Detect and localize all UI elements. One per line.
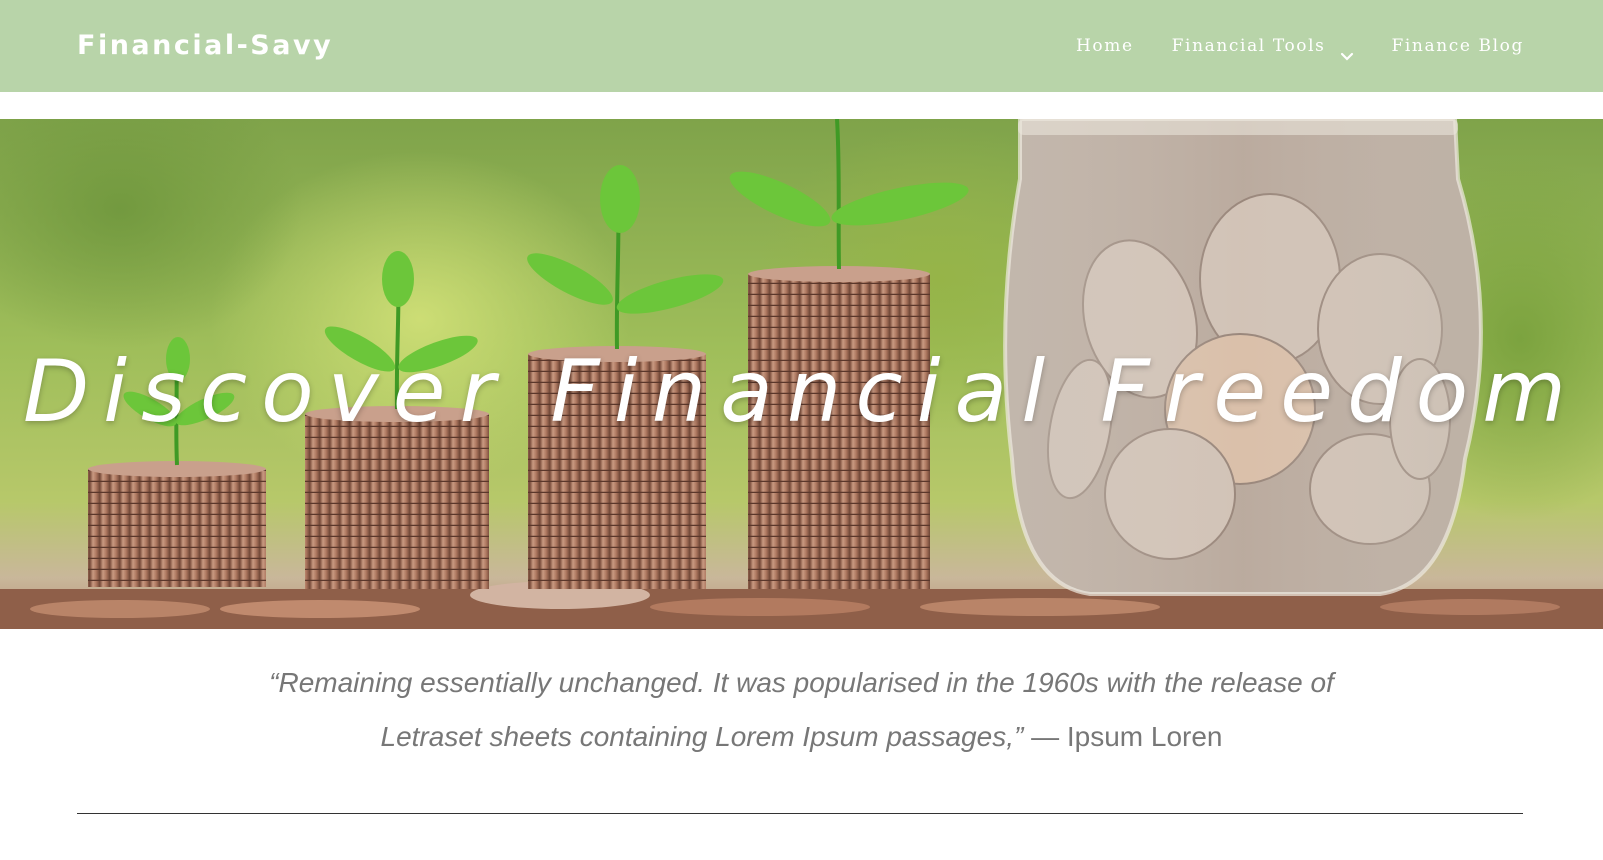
main-nav: Home Financial Tools Finance Blog (1076, 30, 1524, 62)
nav-item-home[interactable]: Home (1076, 30, 1134, 62)
chevron-down-icon (1340, 41, 1354, 61)
section-divider (77, 813, 1523, 814)
nav-item-label: Home (1075, 36, 1134, 56)
nav-item-label: Financial Tools (1171, 36, 1326, 56)
nav-item-label: Finance Blog (1391, 36, 1524, 56)
site-brand-link[interactable]: Financial-Savy (77, 27, 333, 65)
testimonial-quote: “Remaining essentially unchanged. It was… (220, 656, 1383, 764)
hero-banner: Discover Financial Freedom (0, 119, 1603, 629)
hero-title: Discover Financial Freedom (22, 342, 1581, 442)
nav-item-finance-blog[interactable]: Finance Blog (1392, 30, 1525, 62)
nav-item-financial-tools[interactable]: Financial Tools (1172, 30, 1354, 62)
site-header: Financial-Savy Home Financial Tools Fina… (0, 0, 1603, 92)
quote-author: — Ipsum Loren (1031, 721, 1223, 752)
